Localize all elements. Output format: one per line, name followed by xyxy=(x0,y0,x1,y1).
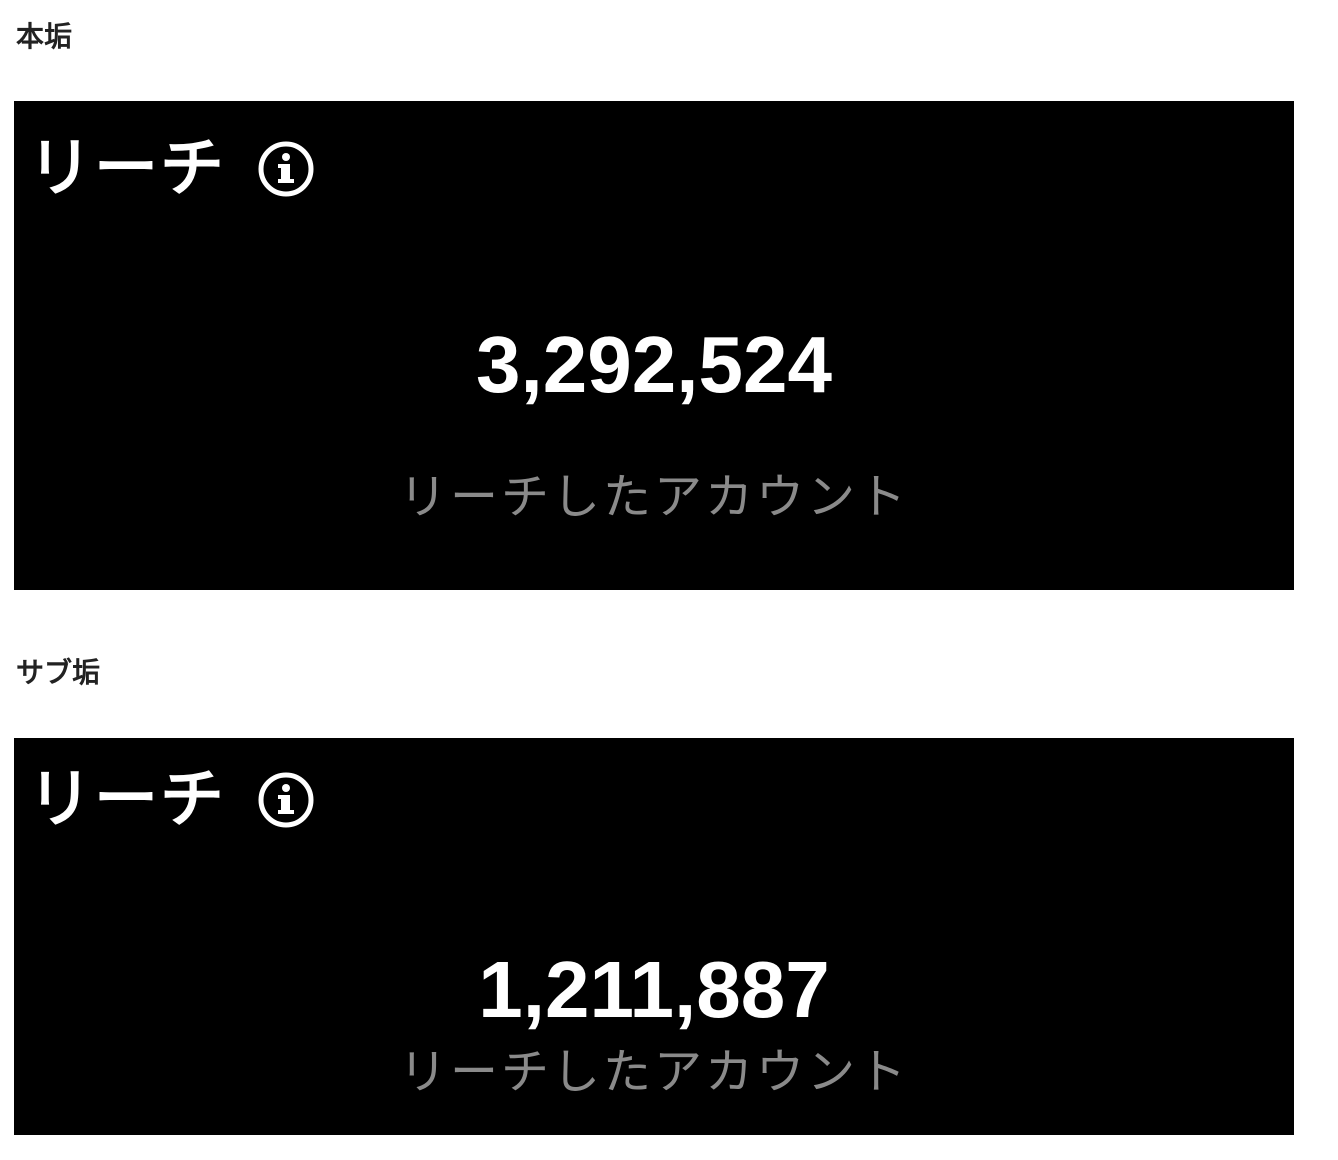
reach-value: 1,211,887 xyxy=(478,945,830,1034)
reach-title: リーチ xyxy=(28,132,226,206)
info-icon[interactable] xyxy=(256,770,316,830)
section-label-main-account: 本垢 xyxy=(16,20,73,53)
reach-panel-main: リーチ 3,292,524 リーチしたアカウント xyxy=(14,101,1294,590)
reach-panel-sub: リーチ 1,211,887 リーチしたアカウント xyxy=(14,738,1294,1135)
reach-panel-header: リーチ xyxy=(28,768,316,832)
reach-caption: リーチしたアカウント xyxy=(398,469,909,525)
section-label-sub-account: サブ垢 xyxy=(16,656,101,689)
reach-title: リーチ xyxy=(28,763,226,837)
reach-caption: リーチしたアカウント xyxy=(398,1044,909,1100)
reach-panel-header: リーチ xyxy=(28,137,316,201)
info-icon[interactable] xyxy=(256,139,316,199)
reach-value: 3,292,524 xyxy=(476,320,832,409)
